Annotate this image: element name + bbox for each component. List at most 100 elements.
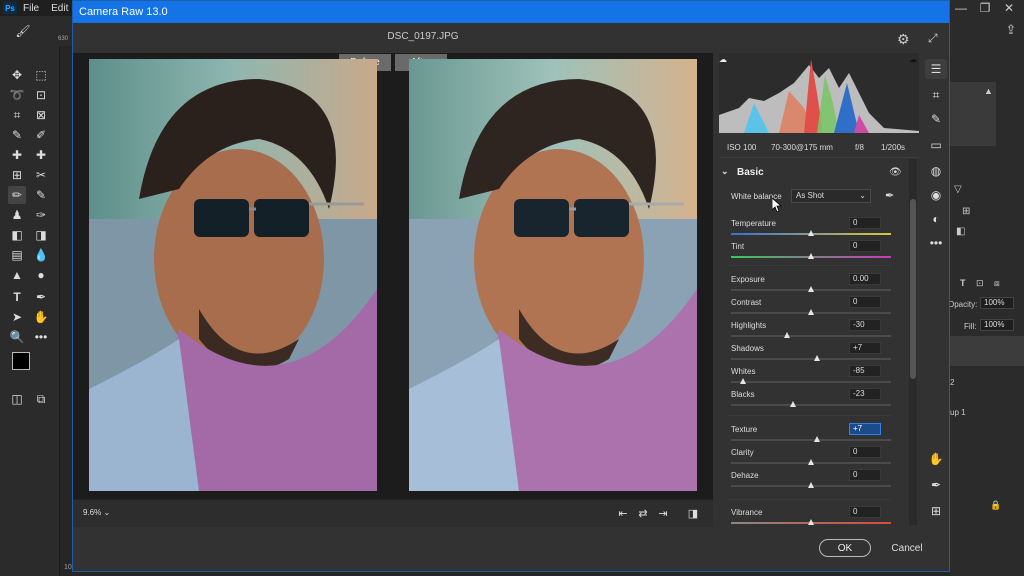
- slider-value-field[interactable]: 0: [849, 446, 881, 458]
- spot-heal-icon[interactable]: ✚: [8, 146, 26, 164]
- slider-exposure[interactable]: Exposure 0.00: [731, 273, 891, 297]
- brush-tool-icon[interactable]: ✏: [8, 186, 26, 204]
- patch-tool-icon[interactable]: ⊞: [8, 166, 26, 184]
- slider-thumb[interactable]: [784, 332, 790, 338]
- scroll-thumb[interactable]: [910, 199, 916, 379]
- slider-thumb[interactable]: [808, 519, 814, 525]
- slider-value-field[interactable]: -85: [849, 365, 881, 377]
- slider-track[interactable]: [731, 439, 891, 441]
- blur-tool-icon[interactable]: 💧: [32, 246, 50, 264]
- burn-tool-icon[interactable]: ●: [32, 266, 50, 284]
- slider-blacks[interactable]: Blacks -23: [731, 388, 891, 412]
- frame-tool-icon[interactable]: ⊠: [32, 106, 50, 124]
- radial-filter-icon[interactable]: ◉: [925, 185, 947, 205]
- content-move-icon[interactable]: ✂: [32, 166, 50, 184]
- quick-mask-icon[interactable]: ◫: [8, 390, 26, 408]
- quick-select-icon[interactable]: ⊡: [32, 86, 50, 104]
- slider-thumb[interactable]: [808, 309, 814, 315]
- presets-icon[interactable]: •••: [925, 233, 947, 253]
- gradient-tool-icon[interactable]: ▤: [8, 246, 26, 264]
- grid-icon[interactable]: ⊞: [962, 206, 970, 217]
- slider-thumb[interactable]: [813, 436, 820, 442]
- shadow-clipping-icon[interactable]: ☁: [719, 55, 727, 64]
- swap-settings-icon[interactable]: ⇄: [635, 506, 651, 520]
- slider-track[interactable]: [731, 404, 891, 406]
- dodge-tool-icon[interactable]: ▲: [8, 266, 26, 284]
- panel-scrollbar[interactable]: [909, 159, 917, 525]
- history-brush-icon[interactable]: ✑: [32, 206, 50, 224]
- crop-tool-icon[interactable]: ⌗: [8, 106, 26, 124]
- type-tool-icon[interactable]: T: [8, 288, 26, 306]
- eyedropper-tool-icon[interactable]: ✎: [8, 126, 26, 144]
- slider-value-field[interactable]: 0: [849, 469, 881, 481]
- slider-temperature[interactable]: Temperature 0: [731, 217, 891, 241]
- slider-thumb[interactable]: [808, 230, 814, 236]
- slider-value-field[interactable]: 0: [849, 240, 881, 252]
- hand-icon[interactable]: ✋: [925, 449, 947, 469]
- menu-file[interactable]: File: [23, 3, 39, 14]
- graduated-filter-icon[interactable]: ◍: [925, 161, 947, 181]
- selected-layer-row[interactable]: [950, 336, 1024, 366]
- slider-thumb[interactable]: [808, 459, 814, 465]
- more-tools-icon[interactable]: •••: [32, 328, 50, 346]
- slider-vibrance[interactable]: Vibrance 0: [731, 506, 891, 529]
- marquee-tool-icon[interactable]: ⬚: [32, 66, 50, 84]
- close-icon[interactable]: ✕: [998, 0, 1020, 16]
- slider-highlights[interactable]: Highlights -30: [731, 319, 891, 343]
- transform-icon[interactable]: ⊡: [976, 278, 984, 289]
- slider-track[interactable]: [731, 335, 891, 337]
- screen-mode-icon[interactable]: ⧉: [32, 390, 50, 408]
- slider-track[interactable]: [731, 381, 891, 383]
- slider-thumb[interactable]: [740, 378, 746, 384]
- zoom-tool-icon[interactable]: 🔍: [8, 328, 26, 346]
- opacity-field[interactable]: 100%: [980, 297, 1014, 309]
- slider-value-field[interactable]: 0: [849, 217, 881, 229]
- edit-sliders-icon[interactable]: ☰: [925, 59, 947, 79]
- fill-field[interactable]: 100%: [980, 319, 1014, 331]
- ruler-tool-icon[interactable]: ✐: [32, 126, 50, 144]
- slider-value-field[interactable]: -30: [849, 319, 881, 331]
- foreground-color-swatch[interactable]: [12, 352, 30, 370]
- gradient-icon[interactable]: ◧: [956, 226, 965, 237]
- slider-value-field[interactable]: 0: [849, 296, 881, 308]
- slider-value-field[interactable]: +7: [849, 342, 881, 354]
- menu-edit[interactable]: Edit: [51, 3, 68, 14]
- lasso-tool-icon[interactable]: ➰: [8, 86, 26, 104]
- brush-icon[interactable]: 🖌: [14, 22, 32, 40]
- white-balance-select[interactable]: As Shot ⌄: [791, 189, 871, 203]
- visibility-eye-icon[interactable]: 👁: [889, 167, 902, 178]
- slider-thumb[interactable]: [789, 401, 796, 407]
- slider-tint[interactable]: Tint 0: [731, 240, 891, 264]
- sampler-icon[interactable]: ✒: [925, 475, 947, 495]
- eraser-tool-icon[interactable]: ◧: [8, 226, 26, 244]
- copy-settings-right-icon[interactable]: ⇥: [655, 506, 671, 520]
- hand-tool-icon[interactable]: ✋: [32, 308, 50, 326]
- settings-gear-icon[interactable]: ⚙: [897, 31, 910, 48]
- crop-icon[interactable]: ⌗: [925, 85, 947, 105]
- slider-contrast[interactable]: Contrast 0: [731, 296, 891, 320]
- share-icon[interactable]: ⇪: [1000, 22, 1022, 38]
- copy-settings-left-icon[interactable]: ⇤: [615, 506, 631, 520]
- pencil-tool-icon[interactable]: ✎: [32, 186, 50, 204]
- basic-section-header[interactable]: ⌄ Basic: [721, 166, 764, 178]
- type-layer-icon[interactable]: T: [960, 278, 966, 288]
- slider-track[interactable]: [731, 358, 891, 360]
- slider-value-field[interactable]: 0.00: [849, 273, 881, 285]
- brush-adjust-icon[interactable]: ▭: [925, 135, 947, 155]
- path-select-icon[interactable]: ➤: [8, 308, 26, 326]
- fullscreen-icon[interactable]: ⤢: [928, 31, 938, 46]
- healing-icon[interactable]: ✎: [925, 109, 947, 129]
- stamp-tool-icon[interactable]: ♟: [8, 206, 26, 224]
- red-eye-icon[interactable]: ◐: [925, 209, 947, 229]
- before-after-toggle-icon[interactable]: ◨: [685, 506, 701, 520]
- restore-icon[interactable]: ❐: [974, 0, 996, 16]
- bg-eraser-icon[interactable]: ◨: [32, 226, 50, 244]
- slider-shadows[interactable]: Shadows +7: [731, 342, 891, 366]
- slider-thumb[interactable]: [808, 253, 814, 259]
- chevron-down-icon[interactable]: ⌄: [721, 166, 729, 177]
- artboard-icon[interactable]: ⧈: [994, 278, 1000, 289]
- slider-clarity[interactable]: Clarity 0: [731, 446, 891, 470]
- slider-value-field[interactable]: 0: [849, 506, 881, 518]
- slider-thumb[interactable]: [808, 482, 814, 488]
- slider-thumb[interactable]: [808, 286, 814, 292]
